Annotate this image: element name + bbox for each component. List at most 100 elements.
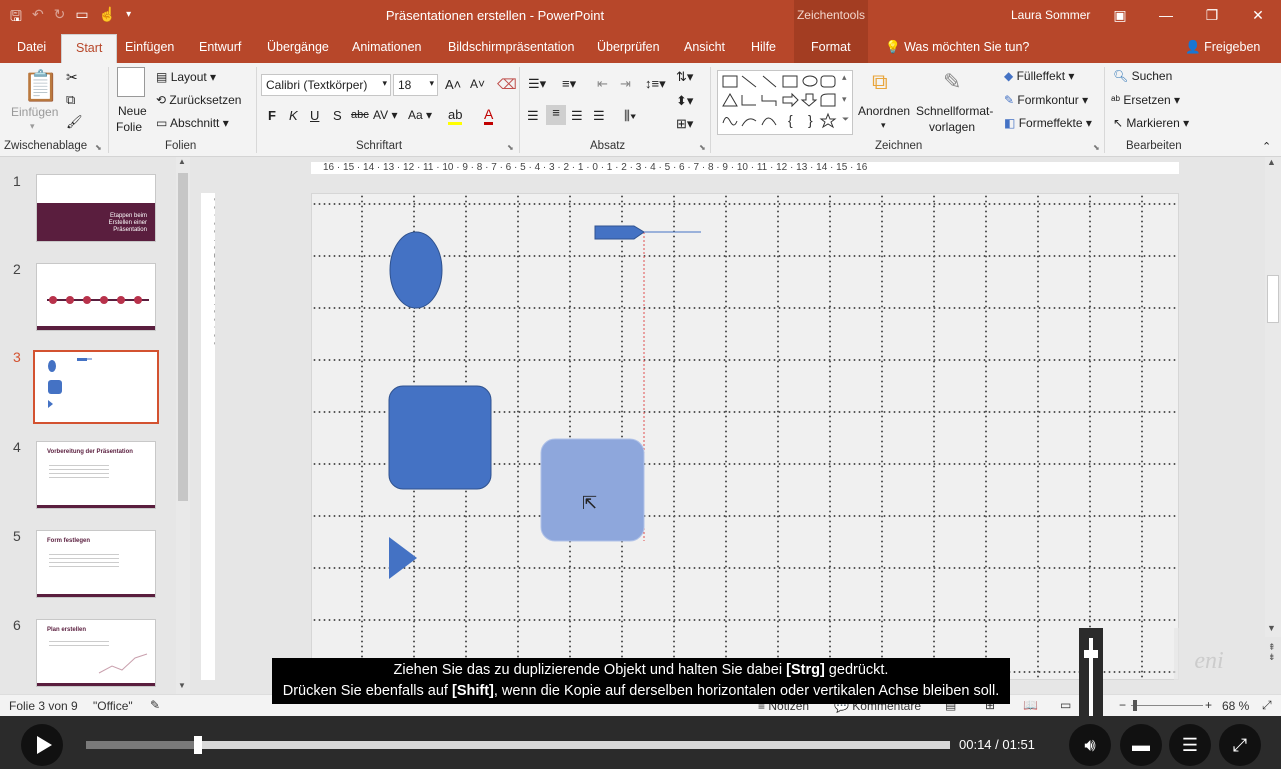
tab-format[interactable]: Format (794, 31, 868, 63)
progress-bar[interactable] (86, 736, 950, 754)
close-icon[interactable]: ✕ (1235, 0, 1281, 31)
thumbnail-scrollbar[interactable]: ▲ ▼ (176, 157, 190, 694)
bullets-icon[interactable]: ☰▾ (528, 76, 546, 92)
scrollbar-thumb[interactable] (178, 173, 188, 501)
numbering-icon[interactable]: ≡▾ (562, 76, 576, 92)
new-slide-label-1[interactable]: Neue (118, 104, 147, 118)
char-spacing-icon[interactable]: AV ▾ (373, 108, 397, 122)
chevron-down-icon[interactable]: ▾ (881, 120, 886, 131)
tab-einfuegen[interactable]: Einfügen (125, 40, 174, 54)
section-button[interactable]: ▭ Abschnitt ▾ (156, 116, 229, 130)
slide-canvas[interactable]: ⇱ (311, 193, 1179, 680)
tab-entwurf[interactable]: Entwurf (199, 40, 241, 54)
zoom-level[interactable]: 68 % (1222, 699, 1249, 713)
shrink-font-icon[interactable]: A˅ (470, 77, 485, 91)
drawing-launcher-icon[interactable]: ⬊ (1093, 143, 1100, 152)
increase-indent-icon[interactable]: ⇥ (620, 76, 631, 92)
scroll-up-icon[interactable]: ▲ (1267, 157, 1276, 167)
tab-datei[interactable]: Datei (17, 40, 46, 54)
font-launcher-icon[interactable]: ⬊ (507, 143, 514, 152)
shape-fill-button[interactable]: ◆ Fülleffekt ▾ (1004, 69, 1074, 83)
slide-thumbnail-5[interactable]: Form festlegen (36, 530, 156, 598)
ribbon-display-icon[interactable]: ▣ (1097, 0, 1143, 31)
underline-icon[interactable]: U (310, 108, 319, 123)
editor-scrollbar[interactable]: ▲ ▼ (1265, 157, 1281, 637)
layout-button[interactable]: ▤ Layout ▾ (156, 70, 216, 84)
scroll-down-icon[interactable]: ▼ (1267, 623, 1276, 633)
font-name-select[interactable]: Calibri (Textkörper) ▾ (261, 74, 391, 96)
quick-styles-label-1[interactable]: Schnellformat- (916, 104, 993, 118)
collapse-ribbon-icon[interactable]: ⌃ (1262, 140, 1271, 153)
columns-icon[interactable]: ⫼▾ (624, 108, 636, 124)
paste-dropdown-icon[interactable]: ▾ (30, 121, 35, 132)
triangle-shape[interactable] (389, 537, 417, 579)
zoom-out-icon[interactable]: − (1119, 698, 1126, 712)
slide-thumbnail-1[interactable]: Etappen beim Erstellen einer Präsentatio… (36, 174, 156, 242)
gallery-more-icon[interactable]: ⏷ (842, 114, 849, 125)
shape-effects-button[interactable]: ◧ Formeffekte ▾ (1004, 116, 1092, 130)
fullscreen-button[interactable]: ⤢ (1219, 724, 1261, 766)
align-right-icon[interactable]: ☰ (571, 108, 583, 124)
select-button[interactable]: ↖ Markieren ▾ (1113, 116, 1189, 130)
spellcheck-icon[interactable]: ✎ (150, 698, 160, 712)
italic-icon[interactable]: K (289, 108, 298, 123)
restore-icon[interactable]: ❐ (1189, 0, 1235, 31)
chapters-button[interactable]: ☰ (1169, 724, 1211, 766)
clear-format-icon[interactable]: ⌫ (497, 76, 517, 93)
highlight-icon[interactable]: ab (448, 107, 463, 125)
progress-thumb[interactable] (194, 736, 203, 754)
scrollbar-thumb[interactable] (1267, 275, 1279, 323)
new-slide-icon[interactable] (117, 67, 145, 97)
change-case-icon[interactable]: Aa ▾ (408, 108, 432, 122)
decrease-indent-icon[interactable]: ⇤ (597, 76, 608, 92)
tab-uebergaenge[interactable]: Übergänge (267, 40, 329, 54)
gallery-scroll-up-icon[interactable]: ▴ (842, 72, 847, 83)
clipboard-launcher-icon[interactable]: ⬊ (95, 143, 102, 152)
slide-thumbnail-3[interactable] (33, 350, 159, 424)
slide-thumbnail-2[interactable] (36, 263, 156, 331)
paragraph-launcher-icon[interactable]: ⬊ (699, 143, 706, 152)
paste-button[interactable]: Einfügen (11, 105, 58, 119)
subtitles-button[interactable]: ▬ (1120, 724, 1162, 766)
slideshow-icon[interactable]: ▭ (1060, 698, 1071, 712)
tell-me-box[interactable]: 💡 Was möchten Sie tun? (885, 40, 1029, 55)
zoom-slider[interactable] (1131, 705, 1203, 706)
quick-styles-icon[interactable]: ✎ (943, 69, 961, 95)
tab-start[interactable]: Start (61, 34, 118, 63)
new-slide-label-2[interactable]: Folie (116, 120, 142, 134)
rounded-rectangle-copy[interactable] (540, 438, 645, 542)
play-button[interactable] (21, 724, 63, 766)
arrange-label[interactable]: Anordnen (858, 104, 910, 118)
align-center-icon[interactable]: ≡ (546, 105, 566, 125)
zoom-slider-thumb[interactable] (1133, 700, 1137, 711)
shadow-icon[interactable]: S (333, 108, 342, 123)
user-name[interactable]: Laura Sommer (1011, 8, 1090, 22)
rounded-rectangle-shape[interactable] (388, 385, 492, 490)
format-painter-icon[interactable]: 🖌 (66, 114, 83, 130)
tab-ansicht[interactable]: Ansicht (684, 40, 725, 54)
cut-icon[interactable]: ✂ (66, 69, 78, 86)
grow-font-icon[interactable]: A˄ (445, 77, 461, 92)
arrow-shape[interactable] (594, 225, 645, 240)
strikethrough-icon[interactable]: abc (351, 109, 369, 121)
slide-thumbnail-4[interactable]: Vorbereitung der Präsentation (36, 441, 156, 509)
scroll-down-icon[interactable]: ▼ (178, 681, 186, 690)
smartart-icon[interactable]: ⊞▾ (676, 116, 693, 132)
font-color-icon[interactable]: A (484, 106, 494, 125)
tab-bildschirmpraesentation[interactable]: Bildschirmpräsentation (448, 40, 574, 54)
fit-slide-icon[interactable]: ⤢ (1262, 698, 1272, 713)
align-text-icon[interactable]: ⬍▾ (676, 93, 693, 109)
shape-outline-button[interactable]: ✎ Formkontur ▾ (1004, 93, 1088, 107)
share-button[interactable]: 👤 Freigeben (1185, 40, 1260, 55)
text-direction-icon[interactable]: ⇅▾ (676, 69, 693, 85)
shapes-gallery[interactable]: {} (717, 70, 853, 135)
tab-hilfe[interactable]: Hilfe (751, 40, 776, 54)
copy-icon[interactable]: ⧉ (66, 92, 75, 108)
quick-styles-label-2[interactable]: vorlagen (929, 120, 975, 134)
bold-icon[interactable]: F (268, 108, 276, 123)
tab-animationen[interactable]: Animationen (352, 40, 422, 54)
font-size-select[interactable]: 18 ▾ (393, 74, 438, 96)
arrange-icon[interactable]: ⧉ (872, 69, 888, 95)
tab-ueberpruefen[interactable]: Überprüfen (597, 40, 660, 54)
zoom-in-icon[interactable]: + (1205, 698, 1212, 712)
